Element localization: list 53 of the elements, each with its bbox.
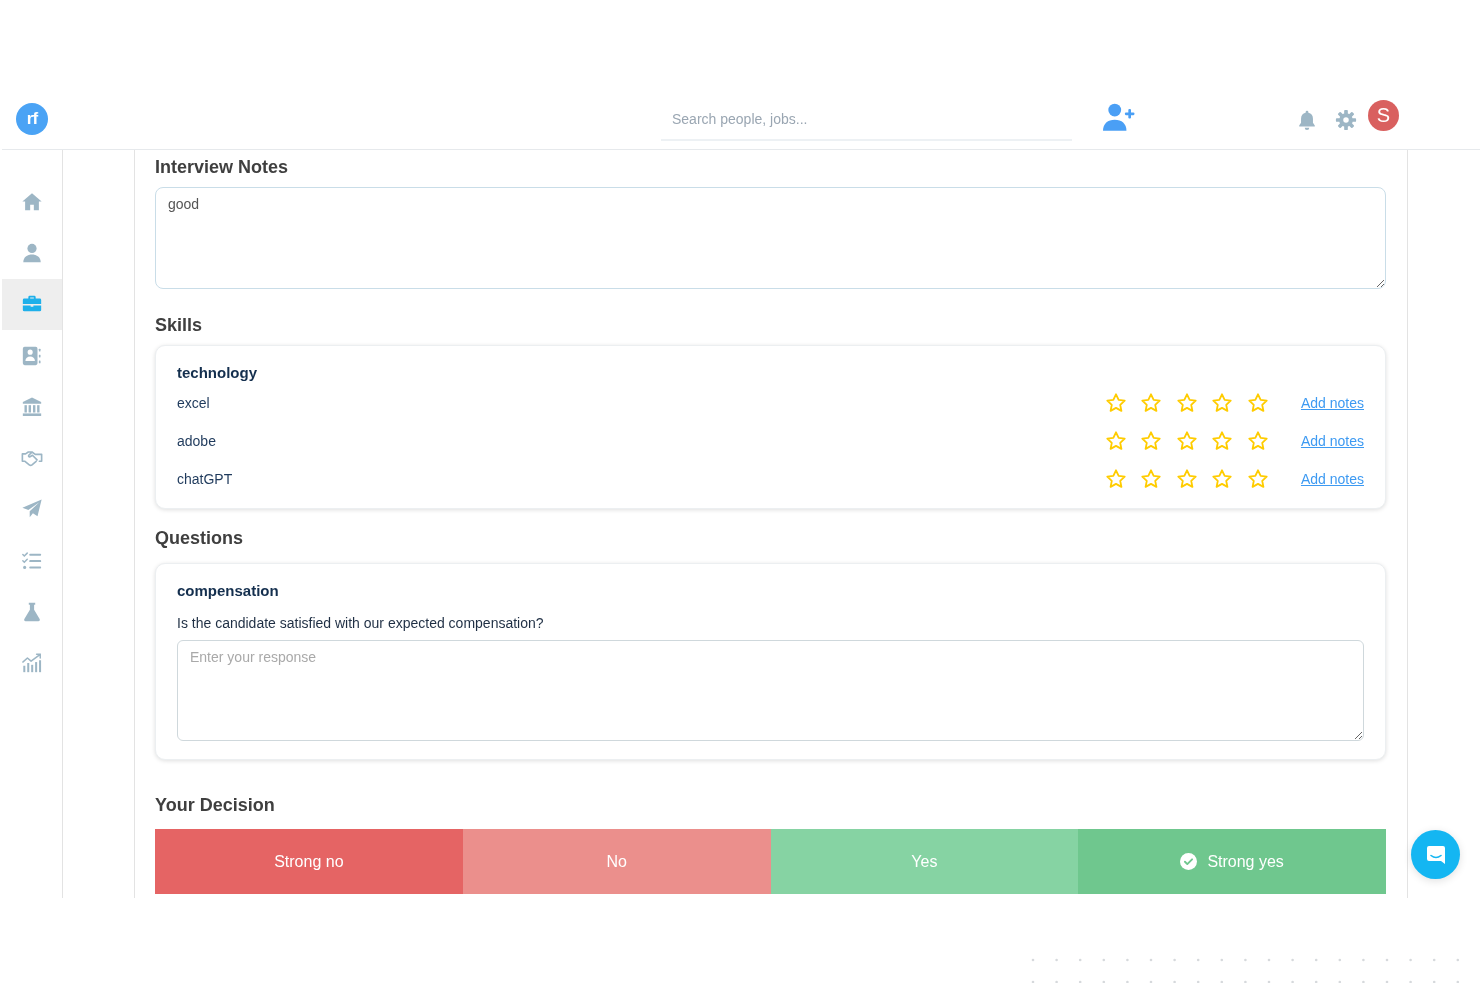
section-title: Your Decision	[155, 794, 275, 816]
decision-button[interactable]: No	[462, 829, 771, 894]
logo[interactable]: rf	[16, 102, 48, 135]
star-icon[interactable]	[1246, 468, 1269, 490]
section-title: Questions	[155, 527, 243, 549]
section-title: Interview Notes	[155, 156, 289, 178]
question-topic: compensation	[177, 581, 279, 601]
star-icon[interactable]	[1140, 392, 1163, 414]
skill-name: excel	[177, 395, 210, 411]
add-user-icon[interactable]	[1103, 102, 1135, 131]
star-icon[interactable]	[1246, 430, 1269, 452]
skill-name: chatGPT	[177, 471, 233, 487]
skill-group-title: technology	[177, 363, 257, 383]
star-icon[interactable]	[1211, 468, 1234, 490]
search-field[interactable]: Search people, jobs...	[661, 98, 1072, 141]
star-icon[interactable]	[1246, 392, 1269, 414]
skill-name: adobe	[177, 433, 216, 449]
decision-button[interactable]: Strong yes	[1078, 829, 1386, 894]
response-field[interactable]: Enter your response	[177, 640, 1364, 741]
star-icon[interactable]	[1211, 392, 1234, 414]
star-icon[interactable]	[1104, 468, 1127, 490]
star-icon[interactable]	[1175, 430, 1198, 452]
contact-card-icon	[21, 344, 43, 367]
chat-button[interactable]	[1411, 830, 1460, 879]
section-title: Skills	[155, 314, 203, 336]
nav-item[interactable]	[2, 278, 62, 330]
chat-icon	[1425, 844, 1446, 865]
notification-bell-icon[interactable]	[1296, 108, 1318, 131]
star-rating[interactable]	[1104, 430, 1269, 452]
star-icon[interactable]	[1175, 468, 1198, 490]
avatar[interactable]: S	[1368, 99, 1399, 131]
bank-icon	[21, 395, 43, 418]
settings-icon[interactable]	[1335, 108, 1357, 131]
decision-button[interactable]: Yes	[770, 829, 1079, 894]
add-notes-link[interactable]: Add notes	[1300, 395, 1364, 411]
person-icon	[21, 241, 43, 264]
flask-icon	[21, 601, 43, 623]
star-icon[interactable]	[1104, 392, 1127, 414]
star-icon[interactable]	[1140, 468, 1163, 490]
star-rating[interactable]	[1104, 392, 1269, 414]
star-icon[interactable]	[1104, 430, 1127, 452]
add-notes-link[interactable]: Add notes	[1300, 433, 1364, 449]
add-notes-link[interactable]: Add notes	[1300, 471, 1364, 487]
checklist-icon	[21, 549, 43, 572]
decision-button[interactable]: Strong no	[155, 829, 463, 894]
star-rating[interactable]	[1104, 468, 1269, 490]
star-icon[interactable]	[1140, 430, 1163, 452]
question-text: Is the candidate satisfied with our expected compensation?	[177, 614, 544, 633]
check-circle-icon	[1180, 853, 1198, 870]
notes-field[interactable]: good	[155, 187, 1386, 289]
chart-icon	[21, 652, 43, 675]
star-icon[interactable]	[1211, 430, 1234, 452]
star-icon[interactable]	[1175, 392, 1198, 414]
